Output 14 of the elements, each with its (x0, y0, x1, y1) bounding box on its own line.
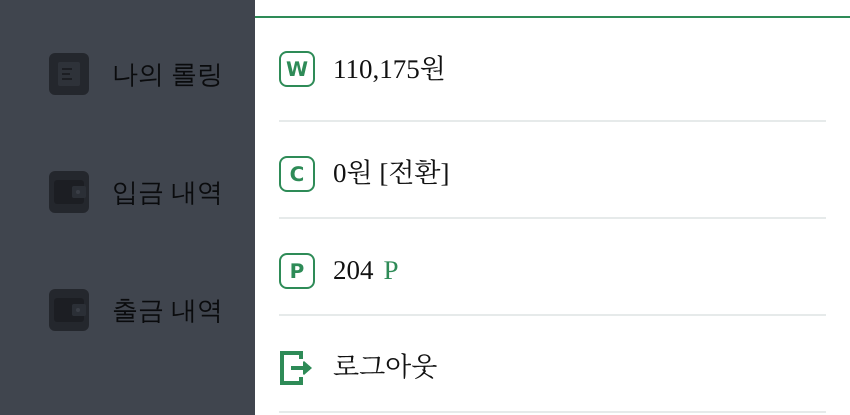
currency-badge: C (279, 156, 315, 192)
wallet-icon (48, 288, 90, 332)
currency-badge: W (279, 51, 315, 87)
wallet-icon (48, 170, 90, 214)
currency-badge: P (279, 252, 315, 288)
point-unit: P (384, 254, 399, 288)
menu-item-label[interactable]: 나의 롤링 (112, 52, 224, 96)
balance-value: 0원 [전환] (333, 157, 450, 190)
menu-item-label[interactable]: 입금 내역 (112, 170, 224, 214)
document-icon (48, 52, 90, 96)
balance-value: 110,175원 (333, 52, 446, 86)
logout-link[interactable]: 로그아웃 (333, 347, 438, 388)
balance-value: 204 (333, 254, 374, 288)
menu-item-label[interactable]: 출금 내역 (112, 288, 224, 332)
